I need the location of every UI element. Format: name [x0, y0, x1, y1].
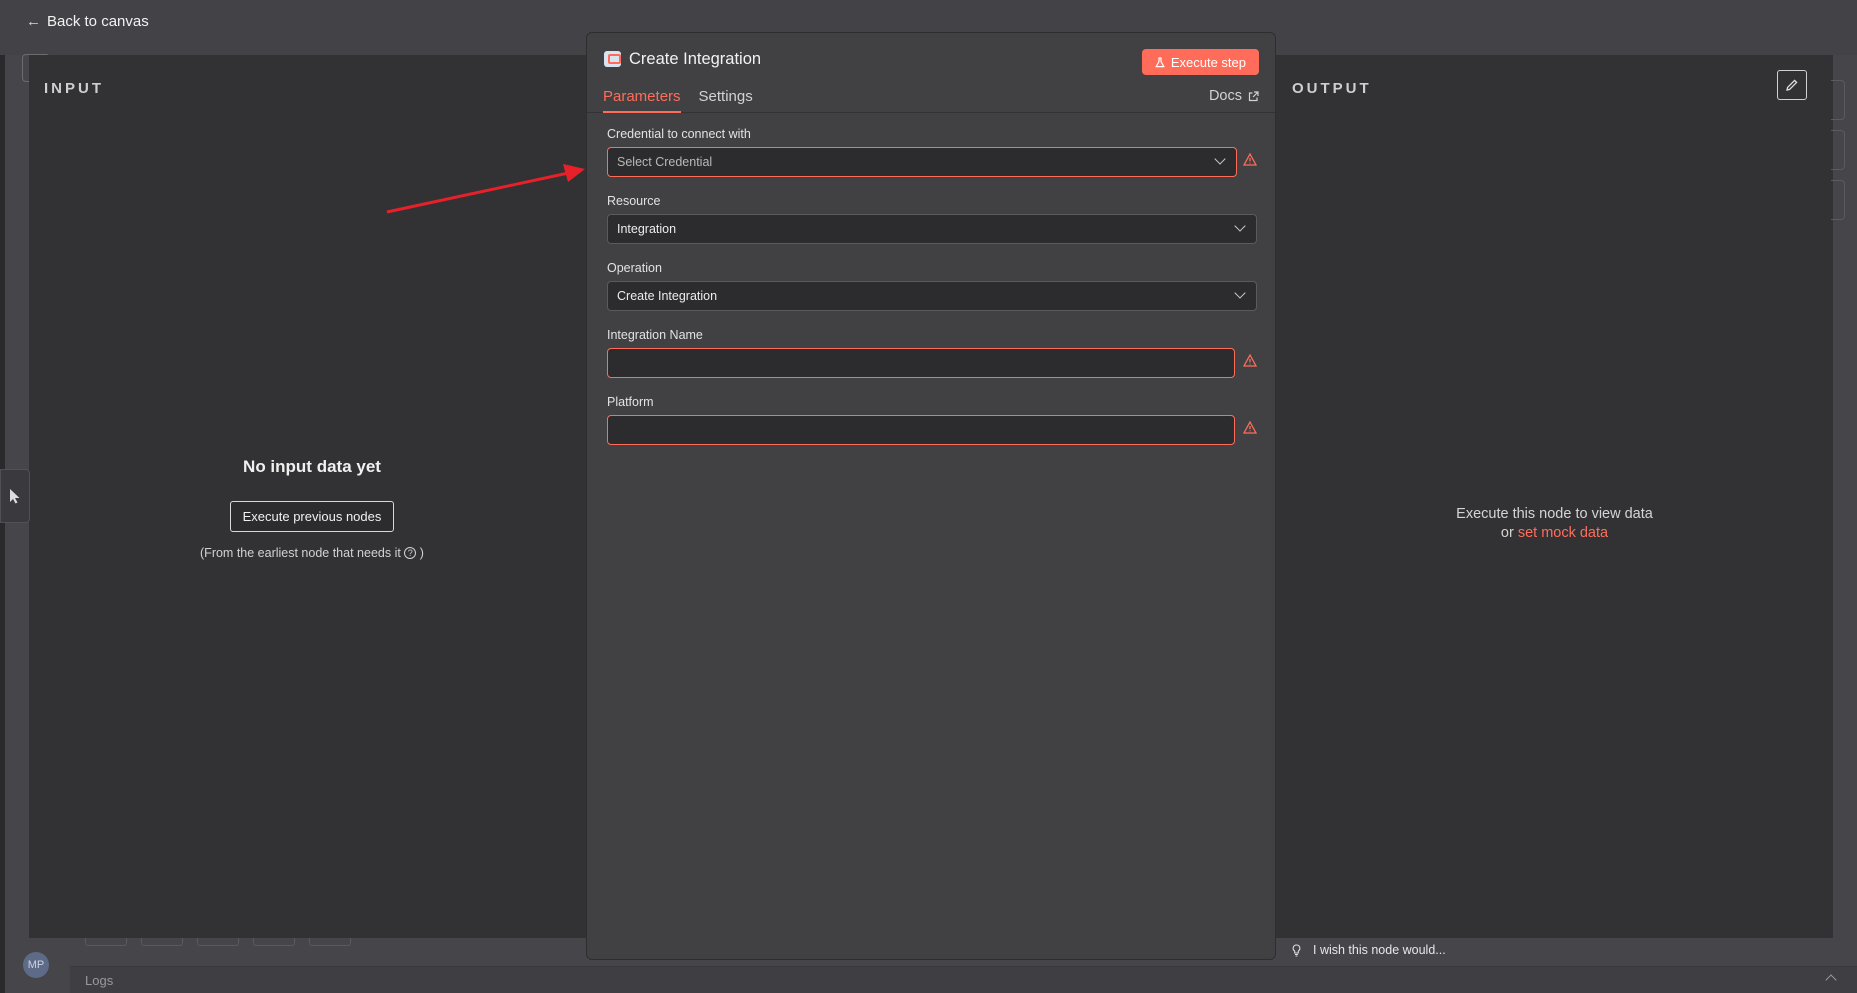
execute-step-label: Execute step — [1170, 54, 1246, 70]
right-panel-handle-2[interactable] — [1831, 130, 1845, 170]
tab-parameters[interactable]: Parameters — [603, 88, 681, 113]
chevron-down-icon — [1214, 153, 1226, 165]
parameters-form: Credential to connect with Select Creden… — [607, 127, 1257, 462]
chevron-down-icon — [1234, 287, 1246, 299]
pencil-icon — [1786, 79, 1798, 91]
back-to-canvas-link[interactable]: ← Back to canvas — [26, 10, 149, 32]
no-input-title: No input data yet — [243, 457, 381, 476]
execute-step-button[interactable]: Execute step — [1141, 49, 1259, 75]
toolbar-stub[interactable] — [197, 938, 239, 946]
docs-label: Docs — [1208, 88, 1242, 104]
input-hint: (From the earliest node that needs it ? … — [29, 546, 595, 560]
flask-icon — [1155, 56, 1165, 67]
right-panel-handle-3[interactable] — [1831, 180, 1845, 220]
execute-previous-nodes-button[interactable]: Execute previous nodes — [229, 501, 395, 532]
platform-input[interactable] — [607, 415, 1235, 445]
cursor-icon — [10, 489, 20, 504]
right-panel-handle-1[interactable] — [1831, 80, 1845, 120]
platform-field: Platform — [607, 395, 1257, 445]
credential-select[interactable]: Select Credential — [607, 147, 1237, 177]
logs-label: Logs — [85, 973, 114, 988]
output-empty-line2: or set mock data — [1276, 524, 1833, 543]
dialog-title[interactable]: Create Integration — [629, 50, 761, 69]
output-empty-text: Execute this node to view data — [1456, 506, 1653, 522]
warning-icon — [1243, 153, 1257, 166]
output-empty-state: Execute this node to view data or set mo… — [1276, 505, 1833, 543]
toolbar-stub[interactable] — [253, 938, 295, 946]
input-heading: INPUT — [44, 80, 104, 97]
wish-label: I wish this node would... — [1313, 943, 1446, 957]
credential-placeholder: Select Credential — [617, 155, 713, 169]
operation-value: Create Integration — [617, 289, 718, 303]
side-toggle-tab[interactable] — [0, 469, 30, 523]
question-circle-icon[interactable]: ? — [404, 547, 417, 559]
tab-settings[interactable]: Settings — [699, 88, 753, 113]
operation-field: Operation Create Integration — [607, 261, 1257, 311]
node-details-dialog: Create Integration Execute step Paramete… — [586, 32, 1276, 960]
lightbulb-icon — [1292, 943, 1301, 957]
dialog-header: Create Integration Execute step Paramete… — [587, 33, 1275, 113]
annotation-arrow — [386, 164, 585, 214]
back-to-canvas-label: Back to canvas — [47, 12, 149, 30]
resource-label: Resource — [607, 194, 661, 208]
warning-icon — [1243, 354, 1257, 367]
logs-bar[interactable]: Logs — [70, 966, 1857, 993]
warning-icon — [1243, 421, 1257, 434]
dialog-tabs: Parameters Settings — [603, 88, 753, 113]
arrow-left-icon: ← — [26, 12, 41, 30]
integration-name-input[interactable] — [607, 348, 1235, 378]
feedback-row[interactable]: I wish this node would... — [1292, 943, 1446, 957]
operation-select[interactable]: Create Integration — [607, 281, 1257, 311]
output-panel: OUTPUT Execute this node to view data or… — [1276, 55, 1833, 938]
integration-node-icon — [604, 51, 621, 67]
input-empty-state: No input data yet Execute previous nodes… — [29, 457, 595, 560]
toolbar-stub[interactable] — [85, 938, 127, 946]
credential-label: Credential to connect with — [607, 127, 751, 141]
toolbar-stub[interactable] — [309, 938, 351, 946]
canvas-toolbar-stubs — [70, 938, 586, 947]
integration-name-field: Integration Name — [607, 328, 1257, 378]
output-or-text: or — [1500, 525, 1514, 541]
external-link-icon — [1248, 90, 1259, 101]
platform-label: Platform — [607, 395, 654, 409]
input-hint-close: ) — [419, 546, 424, 560]
edit-output-button[interactable] — [1777, 70, 1807, 100]
credential-field: Credential to connect with Select Creden… — [607, 127, 1257, 177]
toolbar-stub[interactable] — [141, 938, 183, 946]
chevron-down-icon — [1234, 220, 1246, 232]
integration-name-label: Integration Name — [607, 328, 703, 342]
resource-select[interactable]: Integration — [607, 214, 1257, 244]
operation-label: Operation — [607, 261, 662, 275]
resource-field: Resource Integration — [607, 194, 1257, 244]
output-heading: OUTPUT — [1292, 80, 1372, 97]
resource-value: Integration — [617, 222, 677, 236]
docs-link[interactable]: Docs — [1209, 88, 1259, 104]
input-hint-text: (From the earliest node that needs it — [200, 546, 401, 560]
avatar[interactable]: MP — [23, 952, 49, 978]
set-mock-data-link[interactable]: set mock data — [1518, 525, 1608, 541]
